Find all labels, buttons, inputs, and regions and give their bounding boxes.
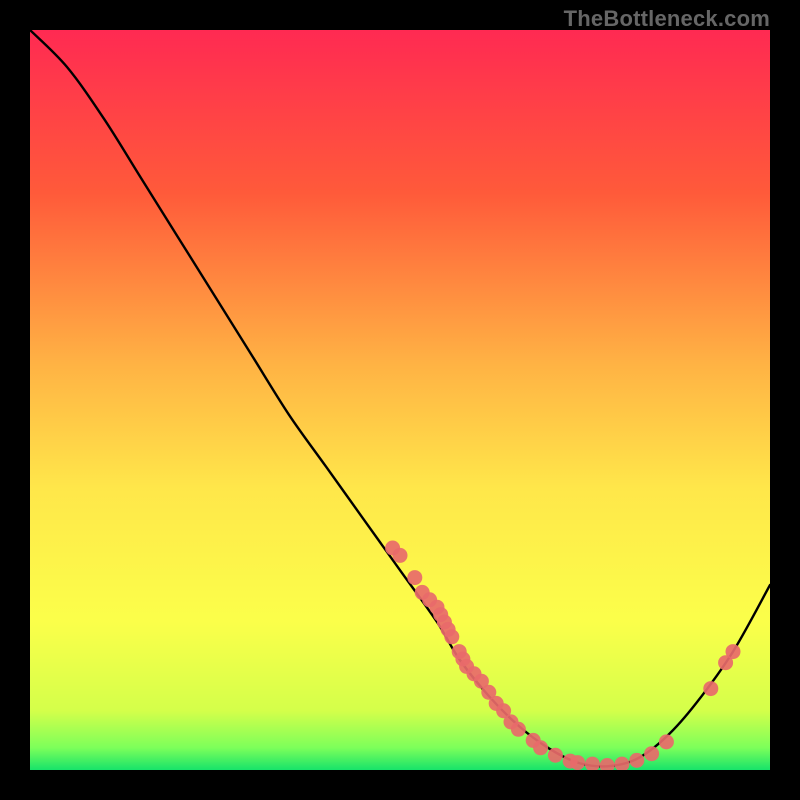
data-point: [629, 753, 644, 768]
chart-frame: TheBottleneck.com: [0, 0, 800, 800]
data-point: [726, 644, 741, 659]
data-point: [533, 740, 548, 755]
watermark-label: TheBottleneck.com: [564, 6, 770, 32]
data-point: [407, 570, 422, 585]
data-point: [659, 734, 674, 749]
gradient-background: [30, 30, 770, 770]
data-point: [703, 681, 718, 696]
data-point: [511, 722, 526, 737]
data-point: [548, 748, 563, 763]
data-point: [644, 746, 659, 761]
data-point: [393, 548, 408, 563]
chart-canvas: [30, 30, 770, 770]
data-point: [444, 629, 459, 644]
plot-area: [30, 30, 770, 770]
data-point: [570, 755, 585, 770]
